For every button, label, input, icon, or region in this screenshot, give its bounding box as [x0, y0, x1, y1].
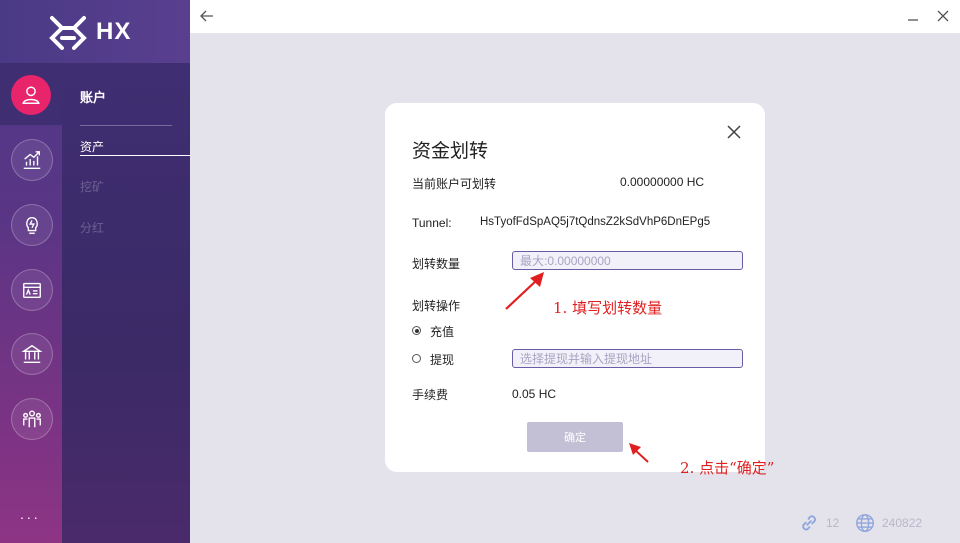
close-icon[interactable]: [723, 121, 745, 143]
block-height: 240822: [882, 516, 923, 530]
operation-label: 划转操作: [412, 299, 461, 313]
rail-community-button[interactable]: [11, 398, 53, 440]
hx-logo-icon: [49, 16, 87, 50]
rail-identity-button[interactable]: [11, 269, 53, 311]
user-icon: [22, 86, 40, 104]
submenu-item-mining[interactable]: 挖矿: [80, 178, 104, 195]
deposit-label[interactable]: 充值: [430, 323, 454, 340]
submenu-title: 账户: [80, 90, 107, 105]
back-arrow-icon[interactable]: [200, 9, 214, 23]
withdraw-label[interactable]: 提现: [430, 351, 454, 368]
step1-annotation: 1. 填写划转数量: [553, 299, 663, 317]
transferable-value: 0.00000000 HC: [620, 175, 705, 189]
id-card-icon: [23, 282, 41, 299]
link-count: 12: [826, 516, 840, 530]
submenu-active-underline: [80, 155, 190, 156]
tunnel-address: HsTyofFdSpAQ5j7tQdnsZ2kSdVhP6DnEPg5: [480, 216, 711, 228]
top-bar: [190, 0, 960, 33]
deposit-radio[interactable]: [412, 326, 421, 335]
group-icon: [23, 410, 41, 428]
rail-account-button[interactable]: [11, 75, 51, 115]
rail-market-button[interactable]: [11, 139, 53, 181]
step2-arrow-icon: [629, 443, 649, 463]
fee-value: 0.05 HC: [512, 387, 557, 401]
block-status: 240822: [854, 512, 922, 534]
withdraw-address-input[interactable]: [512, 349, 743, 368]
confirm-button[interactable]: 确定: [527, 422, 623, 452]
link-icon: [802, 515, 816, 531]
rail-idea-button[interactable]: [11, 204, 53, 246]
submenu-item-dividend[interactable]: 分红: [80, 219, 104, 236]
chart-icon: [23, 151, 41, 169]
transfer-dialog: 资金划转 当前账户可划转 0.00000000 HC Tunnel: HsTyo…: [385, 103, 765, 472]
connection-status: 12: [798, 512, 839, 534]
bank-icon: [21, 344, 43, 363]
dialog-title: 资金划转: [412, 141, 489, 162]
step1-arrow-icon: [505, 272, 544, 310]
submenu-divider: [80, 125, 172, 126]
amount-label: 划转数量: [412, 257, 461, 271]
step2-annotation: 2. 点击“确定”: [680, 459, 775, 477]
account-submenu: [62, 63, 190, 543]
more-menu-icon[interactable]: ...: [20, 506, 41, 522]
withdraw-radio[interactable]: [412, 354, 421, 363]
logo-text: HX: [96, 18, 132, 45]
tunnel-label: Tunnel:: [412, 216, 452, 230]
fee-label: 手续费: [412, 388, 449, 402]
brand-header: HX: [0, 0, 190, 63]
bulb-icon: [26, 216, 38, 234]
submenu-item-assets[interactable]: 资产: [80, 138, 104, 155]
minimize-icon[interactable]: [907, 10, 919, 22]
rail-bank-button[interactable]: [11, 333, 53, 375]
close-window-icon[interactable]: [937, 10, 949, 22]
globe-icon: [856, 514, 874, 532]
transferable-label: 当前账户可划转: [412, 177, 497, 191]
